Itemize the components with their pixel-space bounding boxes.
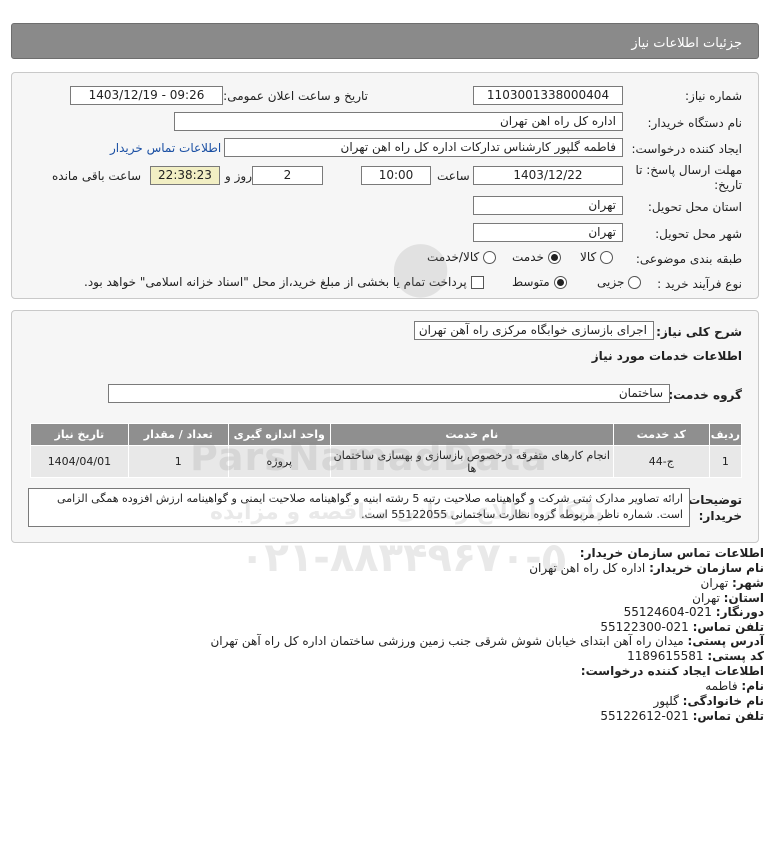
contact-fax: دورنگار: 021-55124604: [623, 605, 764, 619]
announce-date-label: تاریخ و ساعت اعلان عمومی:: [223, 89, 368, 103]
col-date: تاریخ نیاز: [30, 423, 129, 446]
buyer-notes-field[interactable]: ارائه تصاویر مدارک ثبتی شرکت و گواهینامه…: [28, 488, 690, 527]
cell-unit: پروژه: [227, 445, 331, 478]
remaining-label: ساعت باقی مانده: [52, 169, 142, 183]
category-label: طبقه بندی موضوعی:: [635, 252, 742, 266]
process-option-medium[interactable]: متوسط: [512, 275, 567, 289]
services-panel: شرح کلی نیاز: اجرای بازسازی خوابگاه مرکز…: [11, 310, 759, 543]
cell-qty: 1: [127, 445, 229, 478]
need-info-panel: شماره نیاز: 1103001338000404 تاریخ و ساع…: [11, 72, 759, 299]
page-header: جزئیات اطلاعات نیاز: [11, 23, 759, 59]
need-number-field[interactable]: 1103001338000404: [473, 86, 623, 105]
creator-name: نام: فاطمه: [705, 679, 764, 693]
need-number-label: شماره نیاز:: [685, 89, 742, 103]
creator-family: نام خانوادگی: گلپور: [653, 694, 765, 708]
col-code: کد خدمت: [612, 423, 710, 446]
remaining-time-field: 22:38:23: [150, 166, 220, 185]
category-option-goods[interactable]: کالا: [580, 250, 614, 264]
province-field[interactable]: تهران: [473, 196, 623, 215]
city-field[interactable]: تهران: [473, 223, 623, 242]
buyer-notes-label: توضیحات: [688, 493, 742, 507]
buyer-contact-link[interactable]: اطلاعات تماس خریدار: [110, 141, 221, 155]
contact-org: نام سازمان خریدار: اداره کل راه اهن تهرا…: [529, 561, 764, 575]
deadline-label: مهلت ارسال پاسخ: تا: [635, 163, 742, 177]
days-label: روز و: [225, 169, 252, 183]
creator-title: اطلاعات ایجاد کننده درخواست:: [580, 664, 764, 678]
summary-label: شرح کلی نیاز:: [656, 325, 742, 339]
cell-row: 1: [708, 445, 743, 478]
service-group-field[interactable]: ساختمان: [108, 384, 670, 403]
contact-postal: کد پستی: 1189615581: [627, 649, 764, 663]
col-qty: تعداد / مقدار: [127, 423, 229, 446]
process-option-minor[interactable]: جزیی: [597, 275, 642, 289]
radio-minor[interactable]: [628, 276, 642, 289]
announce-date-field[interactable]: 1403/12/19 - 09:26: [70, 86, 223, 105]
radio-medium[interactable]: [553, 276, 567, 289]
category-option-both[interactable]: کالا/خدمت: [427, 250, 497, 264]
treasury-option[interactable]: پرداخت تمام یا بخشی از مبلغ خرید،از محل …: [84, 275, 484, 289]
contact-province: استان: تهران: [692, 591, 764, 605]
deadline-days-field[interactable]: 2: [252, 166, 323, 185]
col-row: ردیف: [708, 423, 743, 446]
category-option-service[interactable]: خدمت: [512, 250, 561, 264]
requester-label: ایجاد کننده درخواست:: [631, 142, 742, 156]
buyer-notes-label-2: خریدار:: [698, 509, 742, 523]
deadline-time-label: ساعت: [437, 169, 470, 183]
radio-goods[interactable]: [600, 251, 614, 264]
col-unit: واحد اندازه گیری: [227, 423, 331, 446]
col-name: نام خدمت: [329, 423, 614, 446]
cell-name: انجام کارهای متفرقه درخصوص بازسازی و بهس…: [329, 445, 614, 478]
buyer-org-field[interactable]: اداره کل راه اهن تهران: [174, 112, 623, 131]
requester-field[interactable]: فاطمه گلپور کارشناس تدارکات اداره کل راه…: [224, 138, 623, 157]
cell-date: 1404/04/01: [30, 445, 129, 478]
process-label: نوع فرآیند خرید :: [657, 277, 742, 291]
treasury-checkbox[interactable]: [470, 276, 484, 289]
contact-title: اطلاعات تماس سازمان خریدار:: [579, 546, 764, 560]
service-group-label: گروه خدمت:: [668, 388, 742, 402]
creator-phone: تلفن تماس: 021-55122612: [600, 709, 764, 723]
province-label: استان محل تحویل:: [647, 200, 742, 214]
cell-code: ج-44: [612, 445, 710, 478]
deadline-date-field[interactable]: 1403/12/22: [473, 166, 623, 185]
radio-service[interactable]: [547, 251, 561, 264]
city-label: شهر محل تحویل:: [655, 227, 742, 241]
contact-phone: تلفن تماس: 021-55122300: [600, 620, 764, 634]
services-title: اطلاعات خدمات مورد نیاز: [591, 349, 742, 363]
services-table: ردیف کد خدمت نام خدمت واحد اندازه گیری ت…: [30, 423, 743, 478]
page-title: جزئیات اطلاعات نیاز: [631, 36, 742, 51]
contact-city: شهر: تهران: [700, 576, 764, 590]
deadline-label-date: تاریخ:: [714, 178, 742, 192]
table-row: 1 ج-44 انجام کارهای متفرقه درخصوص بازساز…: [30, 445, 743, 478]
contact-address: آدرس پستی: میدان راه آهن ابتدای خیابان ش…: [210, 634, 764, 648]
treasury-label: پرداخت تمام یا بخشی از مبلغ خرید،از محل …: [84, 275, 467, 289]
summary-field[interactable]: اجرای بازسازی خوابگاه مرکزی راه آهن تهرا…: [414, 321, 654, 340]
radio-goods-service[interactable]: [483, 251, 497, 264]
deadline-time-field[interactable]: 10:00: [361, 166, 431, 185]
buyer-org-label: نام دستگاه خریدار:: [647, 116, 743, 130]
